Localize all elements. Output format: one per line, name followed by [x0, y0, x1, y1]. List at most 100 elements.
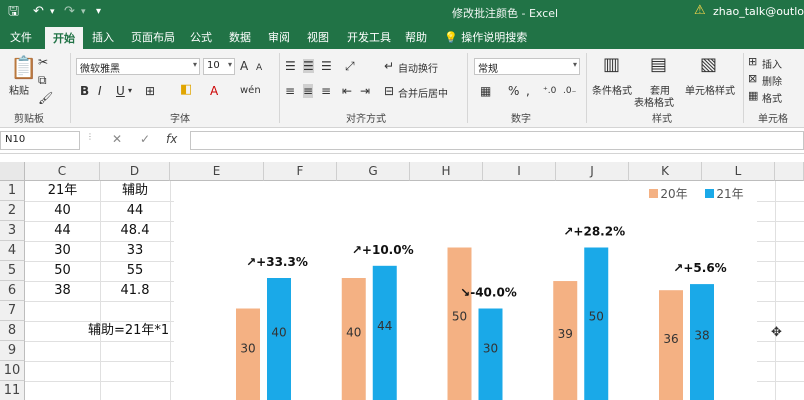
format-as-table-label-2[interactable]: 表格格式 — [634, 94, 674, 109]
change-annotation-4[interactable]: ↗+28.2% — [563, 225, 625, 239]
comma-button[interactable]: , — [526, 84, 530, 98]
tab-data[interactable]: 数据 — [229, 29, 251, 45]
cut-icon[interactable]: ✂ — [38, 55, 48, 69]
increase-indent-icon[interactable]: ⇥ — [360, 84, 370, 98]
undo-dropdown-icon[interactable]: ▾ — [50, 3, 55, 21]
format-as-table-icon[interactable]: ▤ — [650, 55, 667, 75]
enter-icon[interactable]: ✓ — [140, 132, 150, 146]
decrease-indent-icon[interactable]: ⇤ — [342, 84, 352, 98]
bar-chart[interactable]: 30 40 ↗+33.3% 40 44 ↗+10.0% 50 30 ↘-40.0% 39 50 ↗+2… — [174, 181, 757, 400]
row-header[interactable]: 6 — [0, 281, 25, 301]
tab-help[interactable]: 帮助 — [405, 29, 427, 45]
column-header[interactable]: G — [337, 162, 410, 181]
row-header[interactable]: 2 — [0, 201, 25, 221]
increase-decimal-icon[interactable]: ⁺.0 — [543, 84, 556, 98]
fill-color-icon[interactable]: ◧ — [180, 83, 192, 97]
row-header[interactable]: 9 — [0, 341, 25, 361]
align-bottom-icon[interactable]: ☰ — [321, 59, 332, 73]
row-header[interactable]: 1 — [0, 181, 25, 201]
cell-d8[interactable]: 辅助=21年*1 — [88, 321, 170, 341]
format-cells-button[interactable]: 格式 — [762, 90, 782, 105]
column-header[interactable]: E — [170, 162, 264, 181]
redo-icon[interactable]: ↷ — [64, 3, 75, 21]
align-top-icon[interactable]: ☰ — [285, 59, 296, 73]
formula-input[interactable] — [190, 131, 804, 150]
cell-c4[interactable]: 30 — [25, 241, 100, 261]
wrap-text-icon[interactable]: ↵ — [384, 59, 394, 73]
column-header[interactable]: I — [483, 162, 556, 181]
cell-c3[interactable]: 44 — [25, 221, 100, 241]
legend-swatch-21[interactable] — [705, 189, 714, 198]
cell-d3[interactable]: 48.4 — [100, 221, 170, 241]
tab-developer[interactable]: 开发工具 — [347, 29, 391, 45]
accounting-format-icon[interactable]: ▦ — [480, 84, 491, 98]
data-label-21-5[interactable]: 38 — [694, 329, 709, 343]
conditional-format-button[interactable]: 条件格式 — [592, 82, 632, 97]
italic-button[interactable]: I — [98, 84, 102, 98]
customize-quick-access-icon[interactable]: ▾ — [96, 3, 101, 21]
tab-formulas[interactable]: 公式 — [190, 29, 212, 45]
chevron-down-icon[interactable]: ▾ — [128, 84, 132, 98]
change-annotation-3[interactable]: ↘-40.0% — [460, 286, 517, 300]
data-label-20-2[interactable]: 40 — [346, 326, 361, 340]
tell-me-search[interactable]: 💡 操作说明搜索 — [444, 29, 527, 45]
orientation-icon[interactable]: ⤢ — [345, 59, 355, 73]
tab-home[interactable]: 开始 — [45, 27, 83, 49]
data-label-20-5[interactable]: 36 — [663, 332, 678, 346]
column-header[interactable]: F — [264, 162, 337, 181]
user-account[interactable]: zhao_talk@outlook — [713, 5, 804, 18]
borders-icon[interactable]: ⊞ — [145, 84, 155, 98]
cell-d6[interactable]: 41.8 — [100, 281, 170, 301]
legend-label-20[interactable]: 20年 — [660, 187, 687, 201]
undo-icon[interactable]: ↶ — [33, 3, 44, 21]
cell-c2[interactable]: 40 — [25, 201, 100, 221]
change-annotation-2[interactable]: ↗+10.0% — [352, 243, 414, 257]
delete-cells-icon[interactable]: ⊠ — [748, 72, 757, 86]
cell-styles-icon[interactable]: ▧ — [700, 55, 717, 75]
underline-button[interactable]: U — [116, 84, 125, 98]
tab-file[interactable]: 文件 — [10, 29, 32, 45]
format-cells-icon[interactable]: ▦ — [748, 89, 758, 103]
row-header[interactable]: 8 — [0, 321, 25, 341]
data-label-21-4[interactable]: 50 — [589, 310, 604, 324]
bar-20-3[interactable] — [447, 247, 472, 400]
cancel-icon[interactable]: ✕ — [112, 132, 122, 146]
cell-c1[interactable]: 21年 — [25, 181, 100, 201]
font-color-icon[interactable]: A — [210, 84, 218, 98]
name-box[interactable]: N10 — [0, 131, 80, 150]
column-header[interactable]: D — [100, 162, 170, 181]
paste-icon[interactable]: 📋 — [10, 57, 37, 81]
cell-d2[interactable]: 44 — [100, 201, 170, 221]
font-name-combo[interactable]: 微软雅黑 ▾ — [76, 58, 200, 75]
row-header[interactable]: 3 — [0, 221, 25, 241]
select-all-corner[interactable] — [0, 162, 25, 181]
data-label-20-1[interactable]: 30 — [240, 341, 255, 355]
more-options-icon[interactable]: ⋮ — [86, 132, 94, 141]
font-size-combo[interactable]: 10 ▾ — [203, 58, 235, 75]
shrink-font-icon[interactable]: A — [256, 61, 262, 75]
align-center-icon[interactable]: ≡ — [303, 84, 314, 98]
merge-center-icon[interactable]: ⊟ — [384, 84, 394, 98]
wrap-text-button[interactable]: 自动换行 — [398, 60, 438, 75]
cell-d4[interactable]: 33 — [100, 241, 170, 261]
decrease-decimal-icon[interactable]: .0₋ — [563, 84, 576, 98]
data-label-21-3[interactable]: 30 — [483, 341, 498, 355]
paste-label[interactable]: 粘贴 — [9, 82, 29, 97]
tab-review[interactable]: 审阅 — [268, 29, 290, 45]
bold-button[interactable]: B — [80, 84, 89, 98]
column-header[interactable]: L — [702, 162, 775, 181]
cell-styles-button[interactable]: 单元格样式 — [685, 82, 735, 97]
cell-d1[interactable]: 辅助 — [100, 181, 170, 201]
column-header[interactable] — [775, 162, 804, 181]
cell-d5[interactable]: 55 — [100, 261, 170, 281]
row-header[interactable]: 7 — [0, 301, 25, 321]
delete-cells-button[interactable]: 删除 — [762, 73, 782, 88]
row-header[interactable]: 11 — [0, 381, 25, 400]
tab-view[interactable]: 视图 — [307, 29, 329, 45]
redo-dropdown-icon[interactable]: ▾ — [81, 3, 86, 21]
column-header[interactable]: K — [629, 162, 702, 181]
change-annotation-5[interactable]: ↗+5.6% — [673, 261, 726, 275]
data-label-21-2[interactable]: 44 — [377, 319, 392, 333]
align-left-icon[interactable]: ≡ — [285, 84, 295, 98]
insert-function-icon[interactable]: fx — [166, 132, 177, 146]
